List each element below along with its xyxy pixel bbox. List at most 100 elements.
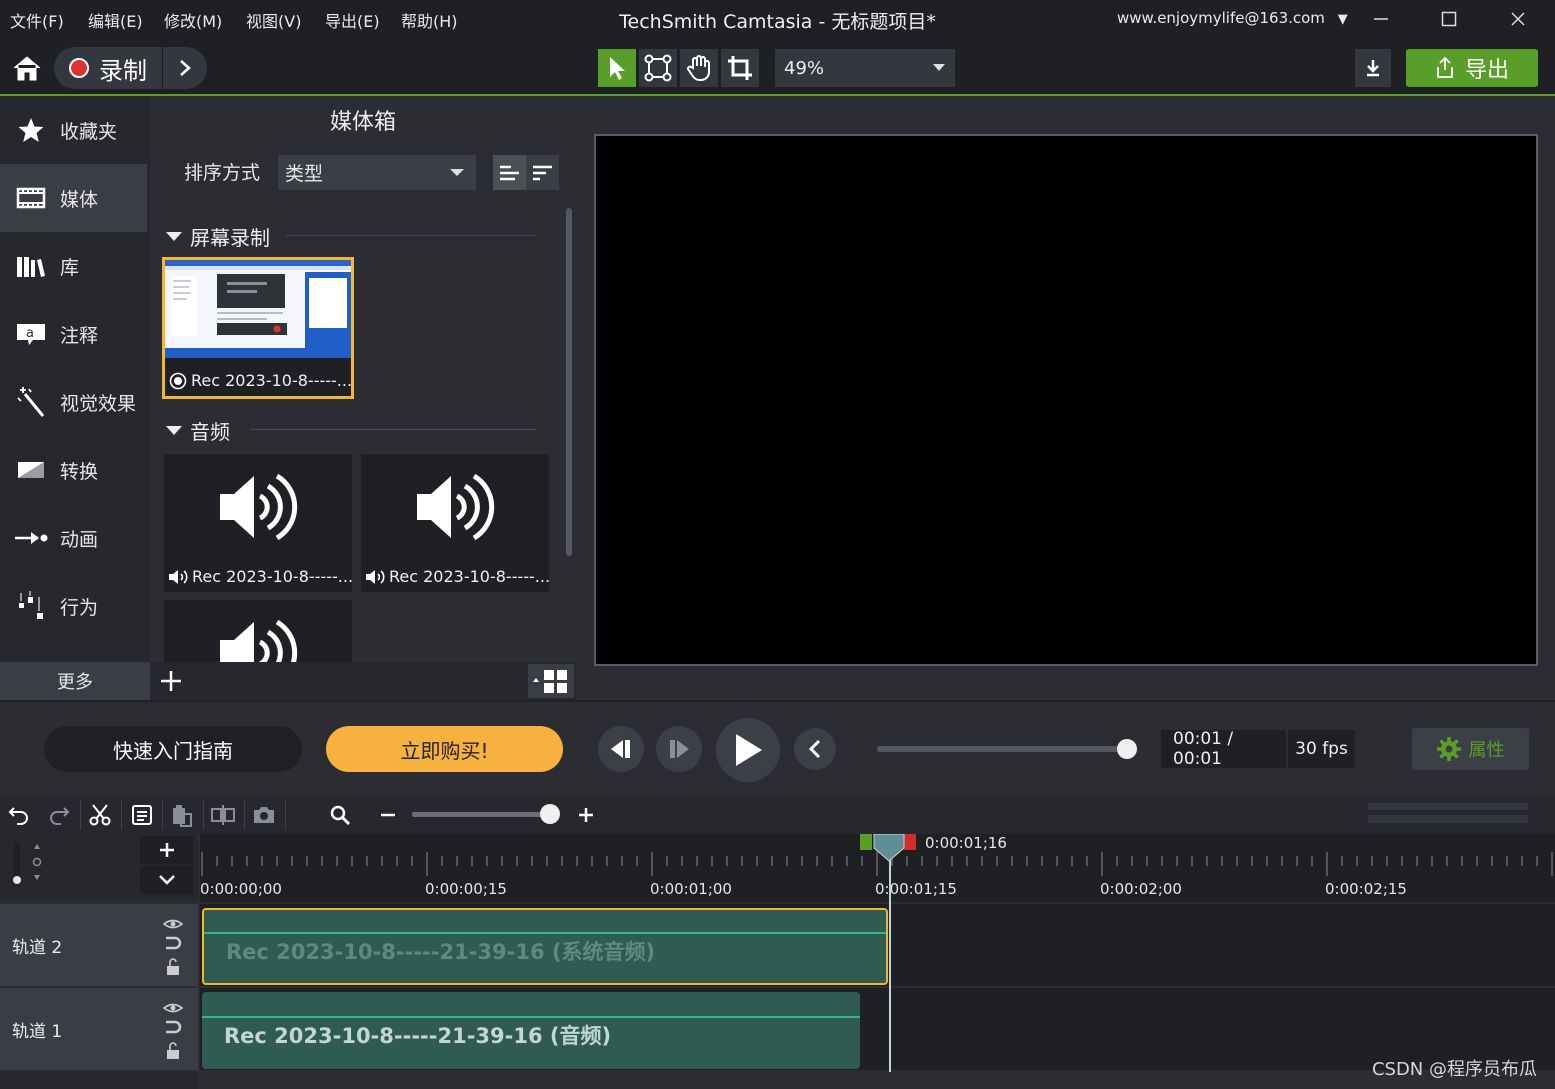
nav-item-animations[interactable]: 动画 xyxy=(0,504,150,572)
buy-now-button[interactable]: 立即购买! xyxy=(326,726,563,772)
undo-button[interactable] xyxy=(2,798,36,832)
menu-edit[interactable]: 编辑(E) xyxy=(88,8,143,32)
playback-scrubber[interactable] xyxy=(877,746,1129,752)
collapse-triangle-icon xyxy=(166,425,182,435)
chevron-down-icon xyxy=(450,169,464,176)
zoom-out-button[interactable] xyxy=(371,798,405,832)
nav-item-visual-effects[interactable]: 视觉效果 xyxy=(0,368,150,436)
track-height-slider[interactable] xyxy=(8,840,48,888)
section-divider xyxy=(250,429,536,430)
sort-value: 类型 xyxy=(285,163,324,185)
media-item-screen-recording[interactable]: Rec 2023-10-8-----... xyxy=(162,257,354,399)
camera-icon xyxy=(254,807,274,823)
menu-export[interactable]: 导出(E) xyxy=(325,8,380,32)
menu-modify[interactable]: 修改(M) xyxy=(164,8,222,32)
track-options-button[interactable] xyxy=(140,866,194,894)
redo-button[interactable] xyxy=(42,798,76,832)
sort-order-button[interactable] xyxy=(526,155,559,190)
nav-more-button[interactable]: 更多 xyxy=(0,662,150,700)
track-lane-1[interactable]: Rec 2023-10-8-----21-39-16 (音频) xyxy=(200,988,1555,1070)
thumbnail-size-button[interactable] xyxy=(528,664,574,698)
split-button[interactable] xyxy=(206,798,240,832)
nav-item-transitions[interactable]: 转换 xyxy=(0,436,150,504)
select-tool[interactable] xyxy=(598,49,636,87)
toolbar-separator xyxy=(80,800,81,830)
toolbar-separator xyxy=(162,800,163,830)
nav-item-behaviors[interactable]: 行为 xyxy=(0,572,150,640)
record-button[interactable]: 录制 xyxy=(54,47,162,89)
track-lane-2[interactable]: Rec 2023-10-8-----21-39-16 (系统音频) xyxy=(200,904,1555,986)
nav-item-annotations[interactable]: a 注释 xyxy=(0,300,150,368)
step-forward-button[interactable] xyxy=(656,726,702,772)
timeline-clip[interactable]: Rec 2023-10-8-----21-39-16 (系统音频) xyxy=(202,908,888,985)
media-item-caption: Rec 2023-10-8-----... xyxy=(365,567,550,586)
collapse-button[interactable] xyxy=(794,728,836,770)
step-back-button[interactable] xyxy=(598,726,644,772)
menu-file[interactable]: 文件(F) xyxy=(10,8,64,32)
magnet-icon xyxy=(166,1020,182,1034)
record-dot-icon xyxy=(69,58,89,78)
nav-label: 库 xyxy=(60,256,80,279)
audio-level-line xyxy=(202,1016,860,1018)
ruler-tick-label: 0:00:01;00 xyxy=(650,880,732,898)
speaker-icon xyxy=(417,473,495,541)
media-item-audio-3[interactable] xyxy=(164,600,352,662)
timeline-overview[interactable] xyxy=(1368,802,1528,824)
crop-tool[interactable] xyxy=(721,49,759,87)
close-button[interactable] xyxy=(1496,4,1540,34)
timeline-hscroll[interactable] xyxy=(200,1074,1555,1089)
redo-icon xyxy=(50,807,70,825)
nav-item-favorites[interactable]: 收藏夹 xyxy=(0,96,150,164)
speaker-icon xyxy=(220,473,298,541)
cut-button[interactable] xyxy=(83,798,117,832)
share-upload-icon xyxy=(1437,56,1453,78)
export-button[interactable]: 导出 xyxy=(1406,49,1538,87)
timeline-zoom-handle[interactable] xyxy=(540,804,560,824)
record-more-button[interactable] xyxy=(163,47,207,89)
section-screen-recordings[interactable]: 屏幕录制 xyxy=(166,222,270,251)
timeline-clip[interactable]: Rec 2023-10-8-----21-39-16 (音频) xyxy=(202,992,860,1069)
media-bin-scrollbar[interactable] xyxy=(566,208,572,556)
timeline-ruler[interactable]: 0:00:00;00 0:00:00;15 0:00:01;00 0:00:01… xyxy=(200,834,1555,902)
play-button[interactable] xyxy=(716,718,780,782)
add-media-button[interactable] xyxy=(154,664,188,698)
home-button[interactable] xyxy=(6,50,48,86)
download-button[interactable] xyxy=(1355,49,1391,87)
audio-small-icon xyxy=(366,569,385,584)
nav-item-library[interactable]: 库 xyxy=(0,232,150,300)
paste-button[interactable] xyxy=(165,798,199,832)
magnifier-icon xyxy=(330,805,351,826)
canvas-zoom-select[interactable]: 49% xyxy=(775,49,955,87)
quick-start-guide-button[interactable]: 快速入门指南 xyxy=(44,726,302,772)
screen-thumbnail-image xyxy=(165,260,351,358)
list-view-button[interactable] xyxy=(493,155,526,190)
home-icon xyxy=(13,56,41,81)
clip-title: Rec 2023-10-8-----21-39-16 (音频) xyxy=(224,1024,612,1048)
sort-select[interactable]: 类型 xyxy=(278,155,476,190)
track-header-1[interactable]: 轨道 1 xyxy=(0,988,198,1070)
properties-button[interactable]: 属性 xyxy=(1412,728,1529,770)
crop-icon xyxy=(728,56,752,80)
media-item-audio-2[interactable]: Rec 2023-10-8-----... xyxy=(361,454,550,592)
nav-item-media[interactable]: 媒体 xyxy=(0,164,147,232)
copy-button[interactable] xyxy=(125,798,159,832)
zoom-in-button[interactable] xyxy=(569,798,603,832)
account-menu[interactable]: www.enjoymylife@163.com ▼ xyxy=(1117,9,1348,27)
transform-tool[interactable] xyxy=(639,49,677,87)
track-header-2[interactable]: 轨道 2 xyxy=(0,904,198,986)
preview-canvas[interactable] xyxy=(594,134,1538,666)
playback-scrubber-handle[interactable] xyxy=(1117,739,1137,759)
timeline-zoom-slider[interactable] xyxy=(412,812,552,817)
zoom-fit-button[interactable] xyxy=(323,798,357,832)
transform-handles-icon xyxy=(644,54,672,82)
menu-help[interactable]: 帮助(H) xyxy=(401,8,458,32)
pan-tool[interactable] xyxy=(680,49,718,87)
media-item-audio-1[interactable]: Rec 2023-10-8-----... xyxy=(164,454,353,592)
section-audio[interactable]: 音频 xyxy=(166,416,230,445)
fps-display: 30 fps xyxy=(1288,730,1355,768)
minimize-button[interactable] xyxy=(1359,4,1403,34)
menu-view[interactable]: 视图(V) xyxy=(246,8,301,32)
maximize-button[interactable] xyxy=(1427,4,1471,34)
add-track-button[interactable] xyxy=(140,836,194,864)
snapshot-button[interactable] xyxy=(247,798,281,832)
